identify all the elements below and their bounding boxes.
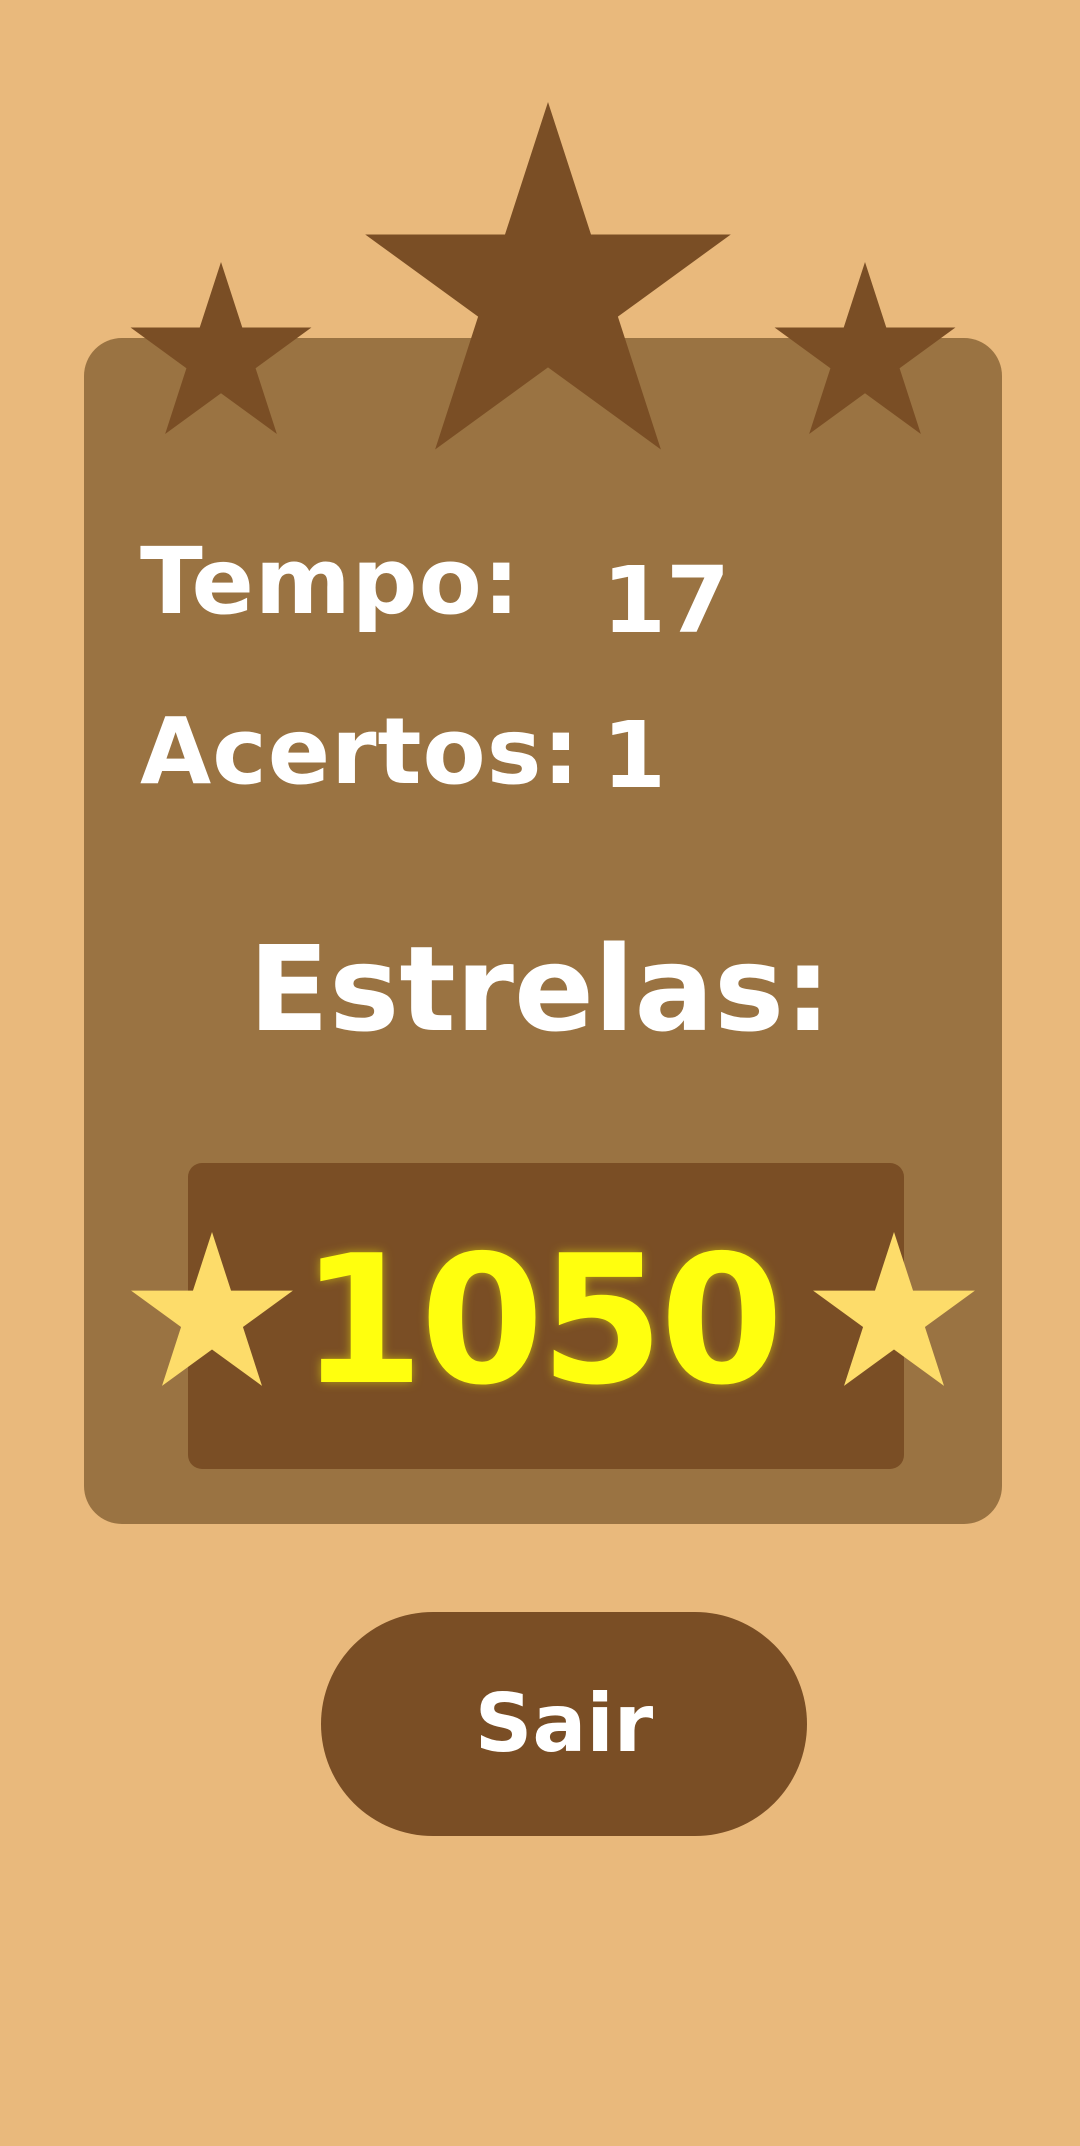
hits-label: Acertos: <box>140 698 581 805</box>
rating-star-left-icon <box>130 262 312 434</box>
stars-title: Estrelas: <box>248 920 832 1058</box>
time-value: 17 <box>602 547 731 654</box>
time-label: Tempo: <box>140 528 521 635</box>
rating-star-center-icon <box>365 102 731 450</box>
exit-button-label: Sair <box>474 1677 654 1770</box>
rating-star-right-icon <box>774 262 956 434</box>
score-value: 1050 <box>300 1217 783 1424</box>
exit-button[interactable]: Sair <box>321 1612 807 1836</box>
hits-value: 1 <box>602 702 667 809</box>
